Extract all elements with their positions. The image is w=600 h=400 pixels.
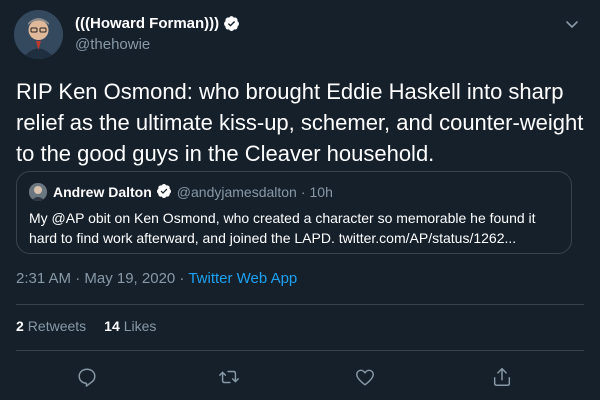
divider bbox=[16, 350, 584, 351]
quoted-tweet[interactable]: Andrew Dalton @andyjamesdalton · 10h My … bbox=[16, 171, 572, 254]
tweet-stats: 2 Retweets 14 Likes bbox=[16, 318, 156, 334]
like-icon[interactable] bbox=[354, 366, 376, 388]
tweet-meta: 2:31 AM · May 19, 2020 · Twitter Web App bbox=[16, 270, 297, 287]
likes-count: 14 bbox=[104, 318, 120, 334]
retweet-icon[interactable] bbox=[218, 366, 240, 388]
quoted-header: Andrew Dalton @andyjamesdalton · 10h bbox=[53, 183, 333, 200]
verified-badge-icon bbox=[223, 15, 240, 32]
likes-label: Likes bbox=[123, 318, 157, 334]
verified-badge-icon bbox=[156, 183, 173, 200]
tweet-source[interactable]: Twitter Web App bbox=[188, 270, 297, 287]
author-name-row: (((Howard Forman))) bbox=[75, 15, 240, 32]
tweet-timestamp[interactable]: 2:31 AM · May 19, 2020 · bbox=[16, 270, 188, 287]
author-handle[interactable]: @thehowie bbox=[75, 36, 150, 53]
share-icon[interactable] bbox=[491, 366, 513, 388]
quoted-display-name[interactable]: Andrew Dalton bbox=[53, 184, 152, 200]
reply-icon[interactable] bbox=[76, 366, 98, 388]
quoted-author-avatar[interactable] bbox=[29, 183, 47, 201]
quoted-text: My @AP obit on Ken Osmond, who created a… bbox=[29, 210, 536, 246]
quoted-separator: · bbox=[300, 183, 306, 200]
action-bar bbox=[0, 364, 600, 390]
retweets-stat[interactable]: 2 Retweets bbox=[16, 318, 86, 334]
chevron-down-icon[interactable] bbox=[564, 16, 580, 32]
retweets-label: Retweets bbox=[27, 318, 87, 334]
quoted-handle[interactable]: @andyjamesdalton bbox=[177, 184, 297, 200]
quoted-time[interactable]: 10h bbox=[310, 184, 333, 200]
retweets-count: 2 bbox=[16, 318, 24, 334]
likes-stat[interactable]: 14 Likes bbox=[104, 318, 156, 334]
author-avatar[interactable] bbox=[14, 10, 63, 59]
tweet: (((Howard Forman))) @thehowie RIP Ken Os… bbox=[0, 0, 600, 400]
author-display-name[interactable]: (((Howard Forman))) bbox=[75, 15, 219, 32]
divider bbox=[16, 304, 584, 305]
tweet-text: RIP Ken Osmond: who brought Eddie Haskel… bbox=[16, 79, 584, 166]
